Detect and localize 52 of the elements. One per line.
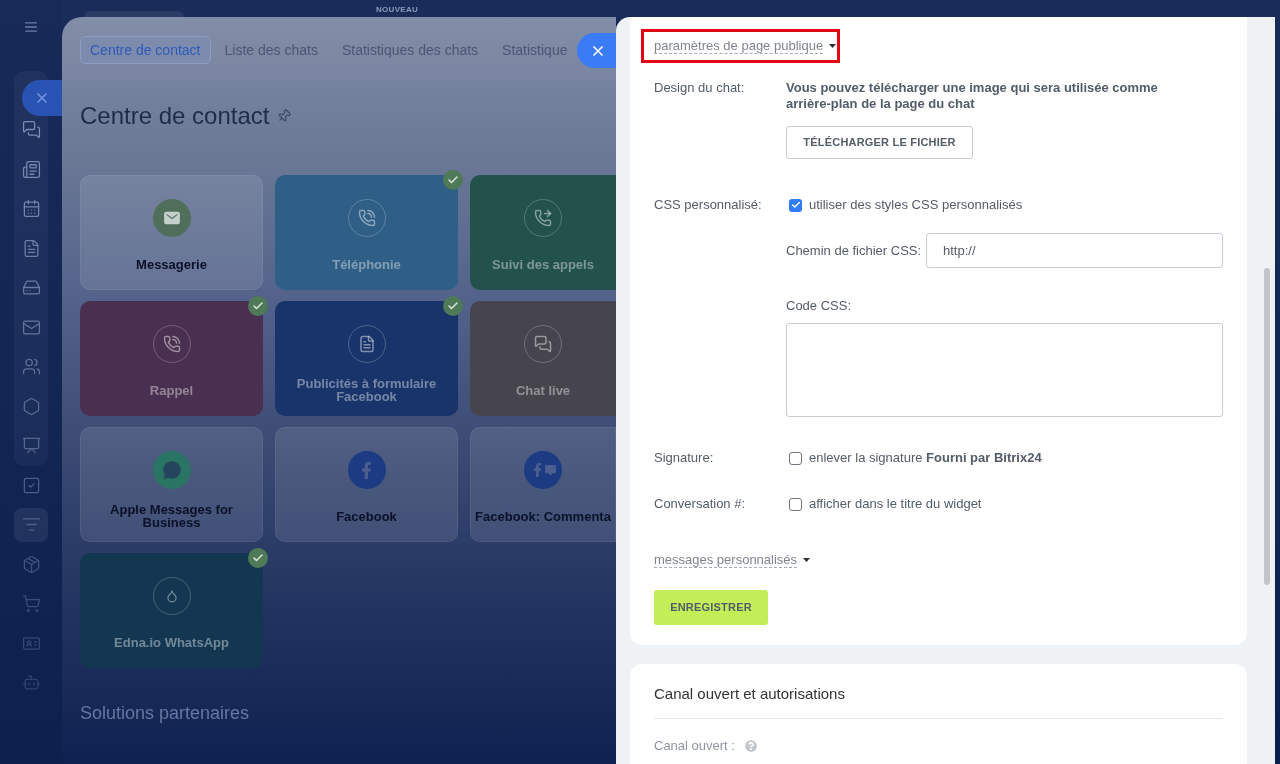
channel-tile[interactable]: Facebook: Commenta [470,427,616,542]
field-label: Design du chat: [654,80,746,97]
newspaper-icon [21,159,41,179]
checkbox-icon [21,475,41,495]
field-label: Signature: [654,449,715,468]
option-label: enlever la signature Fourni par Bitrix24 [809,449,1042,468]
channel-tile[interactable]: Rappel [80,301,263,416]
card-title: Canal ouvert et autorisations [654,685,845,703]
people-icon [21,357,41,377]
section-title: Solutions partenaires [80,702,250,725]
channel-tile[interactable]: Téléphonie [275,175,458,290]
chat-icon [21,120,41,140]
checkbox[interactable] [789,451,802,465]
close-button[interactable] [22,80,62,116]
calendar-icon [21,199,41,219]
channel-tile[interactable]: Chat live [470,301,616,416]
url-field[interactable]: http:// [926,233,1223,268]
save-button[interactable]: ENREGISTRER [654,590,768,625]
field-label: Chemin de fichier CSS: [786,241,922,260]
channel-tile[interactable]: Suivi des appels [470,175,616,290]
checkbox[interactable] [789,497,802,511]
option-label: afficher dans le titre du widget [809,495,982,514]
option-label: utiliser des styles CSS personnalisés [809,196,1023,215]
box-icon [21,554,41,574]
channel-tile[interactable]: Apple Messages for Business [80,427,263,542]
field-label: Canal ouvert : [654,738,735,754]
caret-icon [829,44,837,48]
cart-icon [21,594,41,614]
section-toggle[interactable]: messages personnalisés [654,552,811,568]
hexagon-icon [21,396,41,416]
channel-tile[interactable]: Facebook [275,427,458,542]
code-field[interactable] [786,323,1223,417]
sidebar-button[interactable] [14,507,48,542]
channel-tile[interactable]: Edna.io WhatsApp [80,553,263,668]
upload-button[interactable]: TÉLÉCHARGER LE FICHIER [786,126,973,159]
channel-tile[interactable]: Publicités à formulaire Facebook [275,301,458,416]
section-toggle[interactable]: paramètres de page publique [654,38,837,54]
new-label: NOUVEAU [376,5,419,15]
field-label: CSS personnalisé: [654,196,763,215]
channel-tile[interactable]: Messagerie [80,175,263,290]
tab[interactable]: Centre de contact [80,36,211,64]
presentation-icon [21,436,41,456]
page-title: Centre de contact [80,102,270,130]
checkbox[interactable] [789,198,802,212]
field-label: Conversation #: [654,495,747,514]
caret-icon [803,558,811,562]
field-label: Code CSS: [786,298,852,314]
description-text: Vous pouvez télécharger une image qui sera utilisée comme arrière-plan de la page du chat [786,80,1159,112]
menu-icon[interactable] [23,20,39,34]
help-icon[interactable] [744,740,757,752]
close-button[interactable] [577,33,616,68]
scrollbar[interactable] [1264,268,1270,585]
